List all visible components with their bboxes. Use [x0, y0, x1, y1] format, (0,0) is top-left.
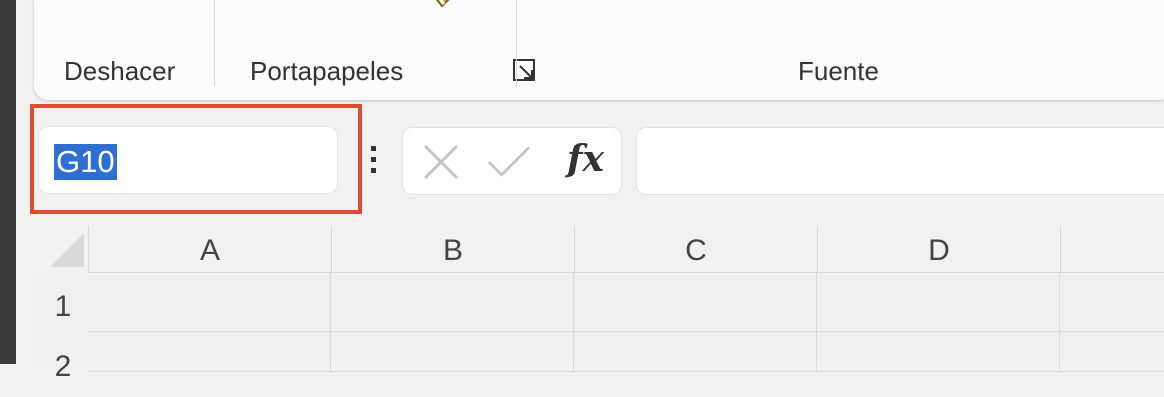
- column-header-a[interactable]: A: [88, 226, 331, 272]
- column-header-d[interactable]: D: [817, 226, 1060, 272]
- ribbon-separator: [214, 0, 215, 86]
- cell[interactable]: [331, 332, 574, 372]
- cell[interactable]: [817, 272, 1060, 332]
- cell[interactable]: [88, 332, 331, 372]
- more-options-icon[interactable]: [368, 146, 378, 176]
- cell[interactable]: [331, 272, 574, 332]
- group-label-clipboard: Portapapeles: [250, 56, 404, 86]
- highlight-annotation: [30, 104, 362, 214]
- column-header-c[interactable]: C: [574, 226, 817, 272]
- enter-icon[interactable]: [487, 142, 531, 182]
- cell[interactable]: [817, 332, 1060, 372]
- group-label-font: Fuente: [798, 56, 879, 86]
- column-header-b[interactable]: B: [331, 226, 574, 272]
- row-header-2[interactable]: 2: [38, 337, 88, 397]
- insert-function-button[interactable]: fx: [567, 138, 604, 180]
- formula-input[interactable]: [636, 127, 1164, 195]
- format-painter-icon[interactable]: [420, 0, 464, 14]
- cancel-icon[interactable]: [419, 142, 463, 182]
- formula-buttons: fx: [402, 127, 622, 195]
- cell[interactable]: [88, 272, 331, 332]
- cell[interactable]: [1060, 332, 1164, 372]
- row-header-1[interactable]: 1: [38, 277, 88, 337]
- ribbon: Deshacer Portapapeles Fuente: [34, 0, 1164, 100]
- select-all-button[interactable]: [38, 227, 88, 271]
- cell[interactable]: [574, 332, 817, 372]
- ribbon-separator: [516, 0, 517, 86]
- window-edge: [0, 0, 16, 364]
- group-label-undo: Deshacer: [64, 56, 176, 86]
- sheet-grid: [38, 272, 1164, 372]
- cell[interactable]: [574, 272, 817, 332]
- column-header-next[interactable]: [1060, 226, 1164, 272]
- cell[interactable]: [1060, 272, 1164, 332]
